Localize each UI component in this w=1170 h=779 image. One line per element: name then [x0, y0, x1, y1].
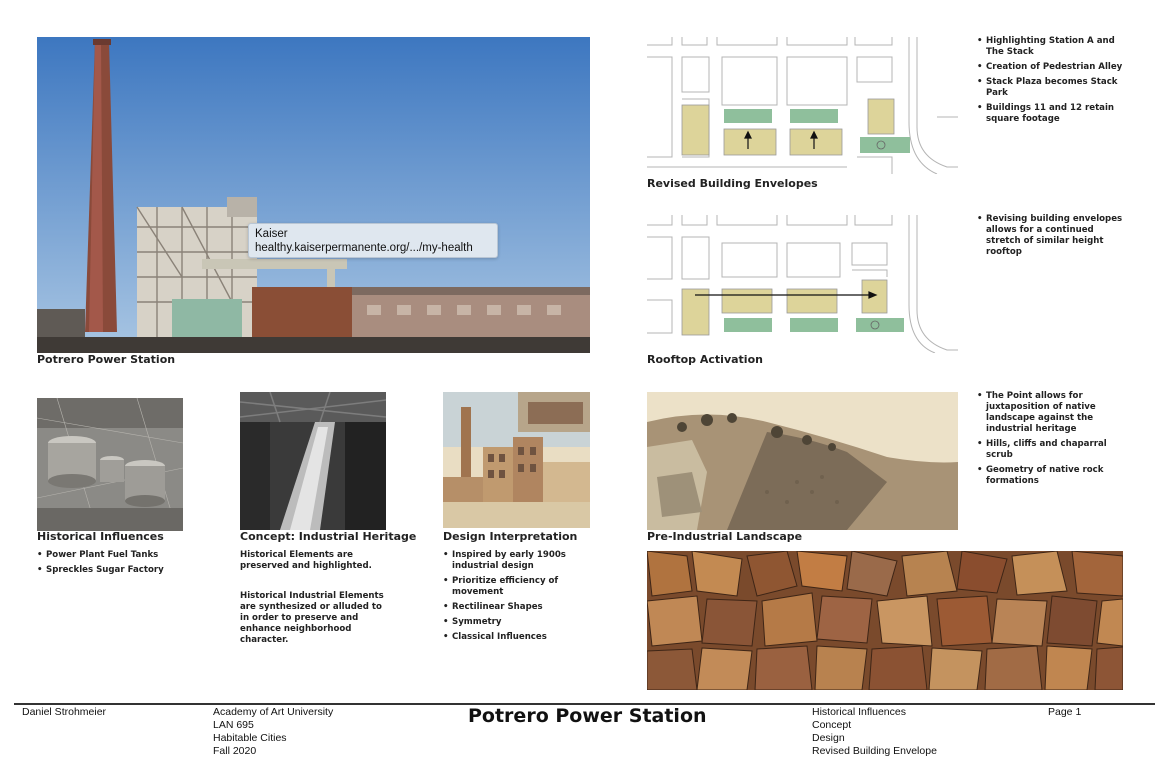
power-station-caption: Potrero Power Station: [37, 353, 176, 366]
list-item: Rectilinear Shapes: [443, 602, 583, 613]
tooltip-title: Kaiser: [255, 228, 288, 240]
list-item: Buildings 11 and 12 retain square footag…: [977, 103, 1127, 125]
footer-title: Potrero Power Station: [468, 705, 707, 727]
list-item: Spreckles Sugar Factory: [37, 565, 207, 576]
list-item: Power Plant Fuel Tanks: [37, 550, 207, 561]
rooftop-caption: Rooftop Activation: [647, 353, 763, 366]
landscape-photo: [647, 392, 958, 530]
footer-section-item: Historical Influences: [812, 706, 906, 718]
tooltip-url: healthy.kaiserpermanente.org/.../my-heal…: [255, 242, 473, 254]
landscape-caption: Pre-Industrial Landscape: [647, 530, 803, 543]
list-item: Stack Plaza becomes Stack Park: [977, 77, 1127, 99]
list-item: Inspired by early 1900s industrial desig…: [443, 550, 583, 572]
list-item: The Point allows for juxtaposition of na…: [977, 391, 1127, 435]
fuel-tanks-photo: [37, 398, 183, 531]
list-item: Revising building envelopes allows for a…: [977, 214, 1127, 258]
list-item: Prioritize efficiency of movement: [443, 576, 583, 598]
historical-bullets: Power Plant Fuel Tanks Spreckles Sugar F…: [37, 550, 207, 580]
landscape-bullets: The Point allows for juxtaposition of na…: [977, 391, 1127, 491]
footer-school: Academy of Art University: [213, 706, 334, 718]
revised-envelopes-plan: [647, 37, 958, 174]
link-tooltip[interactable]: Kaiser healthy.kaiserpermanente.org/.../…: [248, 223, 498, 258]
footer-course: LAN 695: [213, 719, 254, 731]
rooftop-activation-plan: [647, 215, 958, 353]
footer-section-item: Concept: [812, 719, 852, 731]
rooftop-bullets: Revising building envelopes allows for a…: [977, 214, 1127, 262]
design-caption: Design Interpretation: [443, 530, 578, 543]
footer-term: Fall 2020: [213, 745, 257, 757]
concept-paragraph-1: Historical Elements are preserved and hi…: [240, 550, 372, 571]
design-bullets: Inspired by early 1900s industrial desig…: [443, 550, 583, 647]
revised-envelopes-caption: Revised Building Envelopes: [647, 177, 818, 190]
footer-author: Daniel Strohmeier: [22, 706, 107, 718]
rocks-photo: [647, 551, 1123, 690]
footer-school-block: Academy of Art University LAN 695 Habita…: [213, 706, 333, 758]
footer-section-item: Revised Building Envelope: [812, 745, 937, 757]
historical-caption: Historical Influences: [37, 530, 164, 543]
concept-caption: Concept: Industrial Heritage: [240, 530, 417, 543]
concept-paragraph-2: Historical Industrial Elements are synth…: [240, 591, 384, 645]
footer-course-title: Habitable Cities: [213, 732, 287, 744]
footer-sections: Historical Influences Concept Design Rev…: [812, 706, 937, 758]
list-item: Hills, cliffs and chaparral scrub: [977, 439, 1127, 461]
list-item: Geometry of native rock formations: [977, 465, 1127, 487]
list-item: Highlighting Station A and The Stack: [977, 36, 1127, 58]
list-item: Symmetry: [443, 617, 583, 628]
footer-section-item: Design: [812, 732, 845, 744]
list-item: Creation of Pedestrian Alley: [977, 62, 1127, 73]
footer-page-number: Page 1: [1048, 706, 1082, 718]
power-station-photo: [37, 37, 590, 353]
conveyor-photo: [240, 392, 386, 530]
factory-illustration: [443, 392, 590, 528]
revised-envelopes-bullets: Highlighting Station A and The Stack Cre…: [977, 36, 1127, 129]
list-item: Classical Influences: [443, 632, 583, 643]
